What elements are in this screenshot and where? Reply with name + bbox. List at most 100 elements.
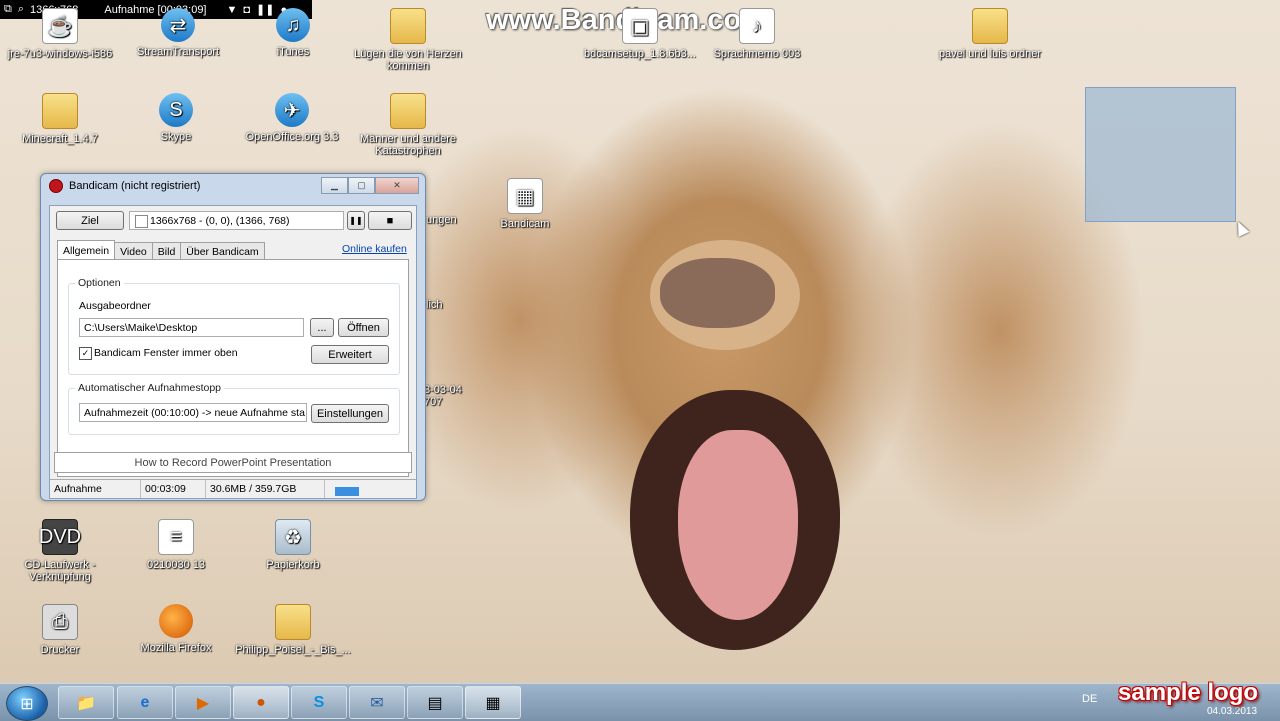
bandicam-icon: ▦	[507, 178, 543, 214]
stop-button[interactable]: ■	[368, 211, 412, 230]
progress-bar	[335, 486, 359, 496]
taskbar-explorer[interactable]: 📁	[58, 686, 114, 719]
desktop-icon-papierkorb[interactable]: ♻ Papierkorb	[228, 519, 358, 571]
taskbar-firefox[interactable]: ●	[233, 686, 289, 719]
target-window-icon	[135, 215, 148, 228]
taskbar-media-player[interactable]: ▶	[175, 686, 231, 719]
icon-label: Lügen die von Herzen kommen	[354, 48, 462, 72]
window-controls: ▁ ▢ ✕	[321, 177, 419, 194]
selection-rectangle	[1085, 87, 1236, 222]
desktop-icon-partial[interactable]: 3-03-04 707	[424, 384, 474, 408]
desktop-icon-itunes[interactable]: ♫ iTunes	[228, 8, 358, 58]
autostop-group: Automatischer Aufnahmestopp Aufnahmezeit…	[68, 382, 400, 435]
tab-bild[interactable]: Bild	[151, 242, 182, 260]
window-title: Bandicam (nicht registriert)	[49, 179, 200, 193]
dog-tongue	[678, 430, 798, 620]
target-field[interactable]: 1366x768 - (0, 0), (1366, 768)	[129, 211, 344, 230]
always-on-top-checkbox[interactable]: ✓	[79, 347, 92, 360]
desktop-icon-sprachmemo[interactable]: ♪ Sprachmemo 003	[692, 8, 822, 60]
desktop-icon-minecraft[interactable]: Minecraft_1.4.7	[0, 93, 125, 145]
status-progress	[325, 480, 363, 498]
icon-label: Papierkorb	[266, 559, 320, 571]
status-bar: Aufnahme 00:03:09 30.6MB / 359.7GB	[50, 479, 416, 498]
installer-icon: ▣	[622, 8, 658, 44]
dvd-drive-icon: DVD	[39, 519, 81, 555]
advanced-button[interactable]: Erweitert	[311, 345, 389, 364]
desktop-icon-maenner[interactable]: Männer und andere Katastrophen	[343, 93, 473, 157]
icon-label: ungen	[426, 214, 457, 226]
icon-label: StreamTransport	[136, 46, 220, 58]
tab-allgemein[interactable]: Allgemein	[57, 240, 116, 260]
icon-label: jre-7u3-windows-i586	[7, 48, 113, 60]
language-indicator[interactable]: DE	[1082, 693, 1097, 705]
dog-nose	[660, 258, 775, 328]
minimize-button[interactable]: ▁	[321, 177, 348, 194]
general-panel: Optionen Ausgabeordner C:\Users\Maike\De…	[57, 259, 409, 477]
tab-bar: Allgemein Video Bild Über Bandicam	[57, 240, 265, 260]
taskbar-document[interactable]: ▤	[407, 686, 463, 719]
pause-button[interactable]: ❚❚	[347, 211, 365, 230]
desktop-icon-0210030[interactable]: ≡ 0210030 13	[111, 519, 241, 571]
folder-icon	[42, 93, 78, 129]
taskbar-internet-explorer[interactable]: e	[117, 686, 173, 719]
close-button[interactable]: ✕	[375, 177, 419, 194]
tab-ueber-bandicam[interactable]: Über Bandicam	[180, 242, 265, 260]
desktop-icon-bandicam[interactable]: ▦ Bandicam	[460, 178, 590, 230]
thunderbird-icon: ✉	[370, 694, 384, 712]
icon-label: Sprachmemo 003	[713, 48, 801, 60]
icon-label: Mozilla Firefox	[140, 642, 212, 654]
output-folder-value: C:\Users\Maike\Desktop	[84, 321, 198, 334]
settings-button[interactable]: Einstellungen	[311, 404, 389, 423]
document-icon: ≡	[158, 519, 194, 555]
skype-icon: S	[313, 693, 325, 711]
taskbar-bandicam[interactable]: ▦	[465, 686, 521, 719]
desktop-icon-pavel[interactable]: pavel und luis ordner	[925, 8, 1055, 60]
howto-button[interactable]: How to Record PowerPoint Presentation	[54, 452, 412, 473]
status-time: 00:03:09	[141, 480, 206, 498]
bandicam-logo-icon	[49, 179, 63, 193]
autostop-field[interactable]: Aufnahmezeit (00:10:00) -> neue Aufnahme…	[79, 403, 307, 422]
desktop-icon-bdcamsetup[interactable]: ▣ bdcamsetup_1.8.6b3...	[575, 8, 705, 60]
desktop-icon-partial[interactable]: ungen	[426, 214, 466, 226]
desktop-icon-streamtransport[interactable]: ⇄ StreamTransport	[113, 8, 243, 58]
icon-label: iTunes	[276, 46, 310, 58]
icon-label: 707	[424, 396, 443, 408]
document-icon: ▤	[427, 694, 443, 712]
clock-date[interactable]: 04.03.2013	[1207, 706, 1257, 717]
explorer-icon: 📁	[76, 694, 96, 712]
desktop-icon-drucker[interactable]: ⎙ Drucker	[0, 604, 125, 656]
open-button[interactable]: Öffnen	[338, 318, 389, 337]
desktop-icon-openoffice[interactable]: ✈ OpenOffice.org 3.3	[227, 93, 357, 143]
firefox-icon	[159, 604, 193, 638]
output-folder-field[interactable]: C:\Users\Maike\Desktop	[79, 318, 304, 337]
icon-label: 0210030 13	[146, 559, 206, 571]
icon-label: 3-03-04	[424, 384, 462, 396]
itunes-icon: ♫	[276, 8, 310, 42]
tab-video[interactable]: Video	[114, 242, 153, 260]
taskbar-thunderbird[interactable]: ✉	[349, 686, 405, 719]
maximize-button[interactable]: ▢	[348, 177, 375, 194]
autostop-legend: Automatischer Aufnahmestopp	[75, 382, 225, 394]
desktop-icon-skype[interactable]: S Skype	[111, 93, 241, 143]
bandicam-window[interactable]: Bandicam (nicht registriert) ▁ ▢ ✕ Ziel …	[40, 173, 426, 501]
printer-icon: ⎙	[42, 604, 78, 640]
online-kaufen-link[interactable]: Online kaufen	[342, 243, 407, 255]
ziel-button[interactable]: Ziel	[56, 211, 124, 230]
desktop-icon-philipp[interactable]: Philipp_Poisel_-_Bis_...	[228, 604, 358, 656]
desktop-icon-cd-drive[interactable]: DVD CD-Laufwerk - Verknüpfung	[0, 519, 125, 583]
media-player-icon: ▶	[196, 694, 210, 712]
icon-label: Bandicam	[500, 218, 550, 230]
desktop-icon-luegen[interactable]: Lügen die von Herzen kommen	[343, 8, 473, 72]
taskbar-skype[interactable]: S	[291, 686, 347, 719]
browse-button[interactable]: ...	[310, 318, 334, 337]
desktop-icon-jre[interactable]: ☕ jre-7u3-windows-i586	[0, 8, 125, 60]
desktop-icon-firefox[interactable]: Mozilla Firefox	[111, 604, 241, 654]
app-shortcut-icon: ⇄	[161, 8, 195, 42]
folder-icon	[275, 604, 311, 640]
start-button[interactable]: ⊞	[6, 686, 48, 721]
folder-icon	[390, 8, 426, 44]
icon-label: lich	[426, 299, 443, 311]
icon-label: Männer und andere Katastrophen	[359, 133, 456, 157]
desktop-icon-partial[interactable]: lich	[426, 299, 466, 311]
bandicam-content: Ziel 1366x768 - (0, 0), (1366, 768) ❚❚ ■…	[49, 205, 417, 499]
